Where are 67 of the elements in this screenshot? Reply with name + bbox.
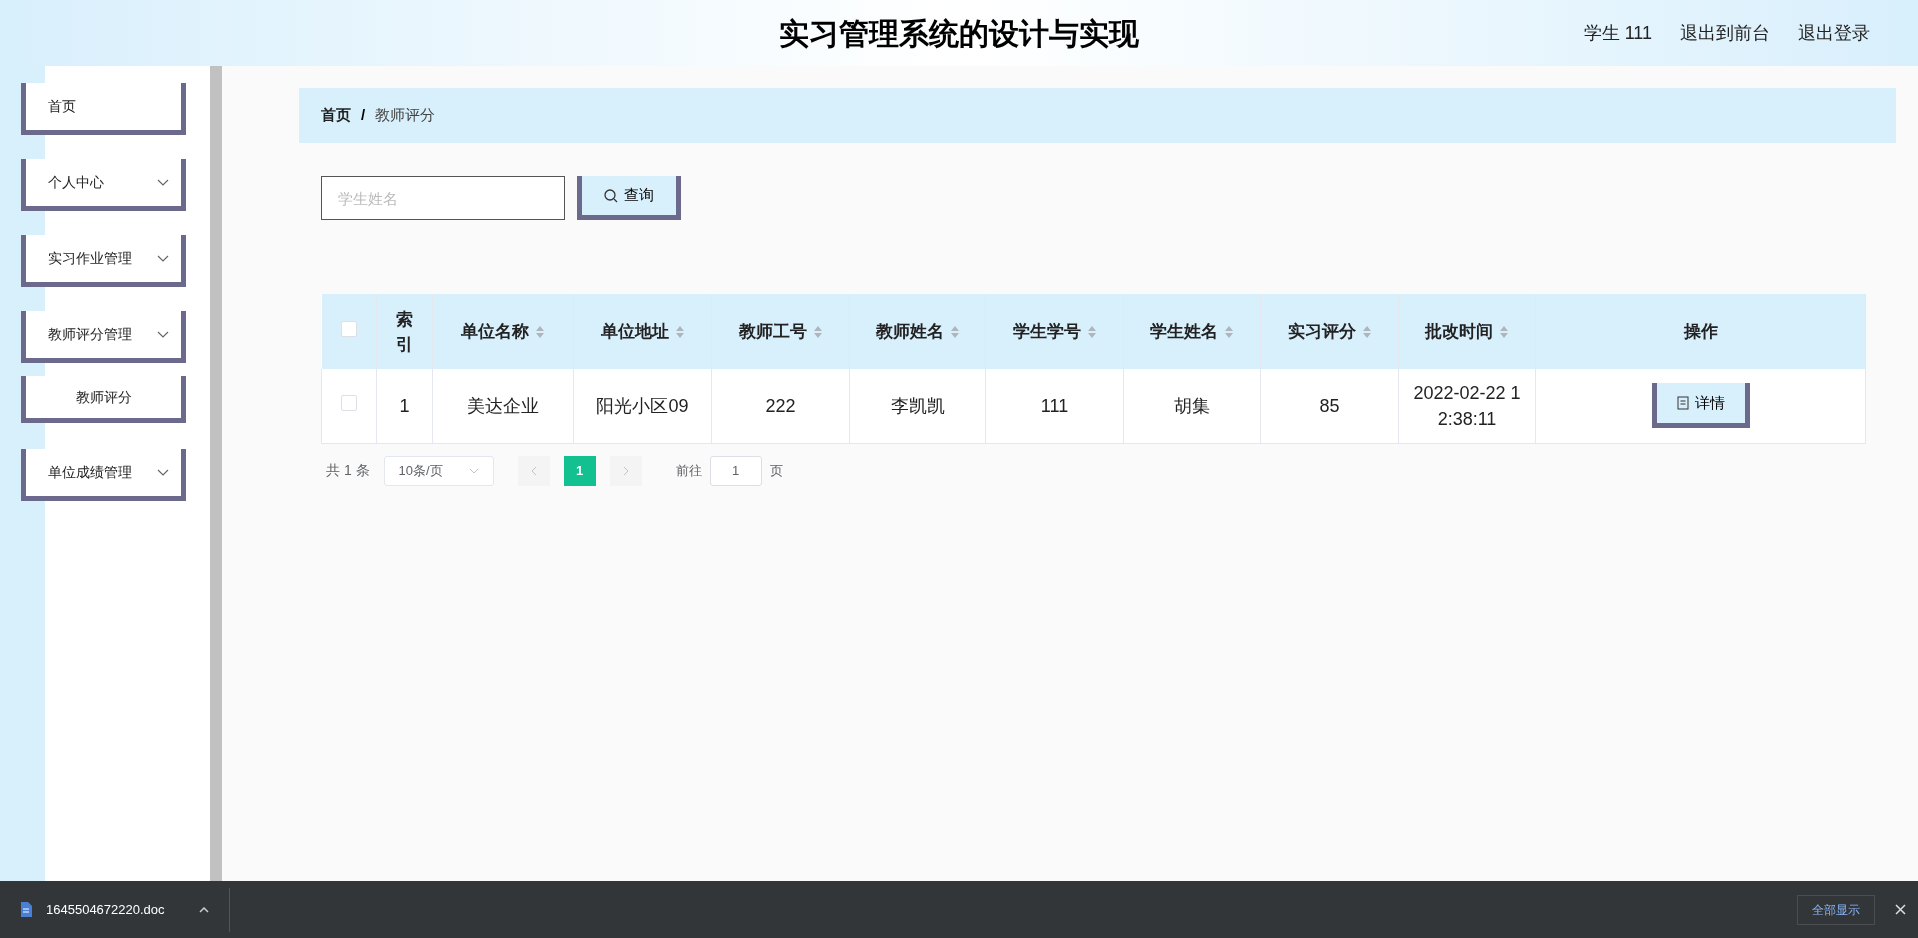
goto-label: 前往 [675, 461, 702, 480]
table-cell: 阳光小区09 [596, 395, 689, 416]
column-header[interactable]: 学生学号 [1012, 319, 1081, 344]
table-cell-text: 2022-02-22 12:38:11 [1412, 381, 1522, 431]
chevron-down-icon [157, 468, 169, 477]
scrollbar[interactable] [210, 66, 222, 881]
table-cell: 222 [765, 395, 796, 416]
breadcrumb-item[interactable]: 教师评分 [375, 104, 436, 127]
chevron-down-icon [157, 178, 169, 187]
document-icon [20, 902, 32, 917]
header-link[interactable]: 学生 111 [1583, 19, 1652, 47]
column-header[interactable]: 单位名称 [461, 319, 529, 344]
search-field[interactable]: 学生姓名 [321, 176, 565, 220]
goto-suffix: 页 [769, 461, 783, 480]
sort-icon[interactable] [535, 324, 545, 339]
next-page-button[interactable] [609, 455, 642, 486]
sidebar-item[interactable]: 实习作业管理 [21, 235, 186, 287]
page-size-select[interactable]: 10条/页 [383, 455, 494, 486]
breadcrumb-separator: / [361, 105, 366, 126]
table-cell: 美达企业 [467, 395, 539, 416]
column-header[interactable]: 实习评分 [1287, 319, 1356, 344]
column-header[interactable]: 操作 [1683, 319, 1718, 344]
sidebar-item[interactable]: 单位成绩管理 [21, 449, 186, 501]
app-title: 实习管理系统的设计与实现 [779, 14, 1139, 53]
table-cell: 胡集 [1174, 395, 1210, 416]
table-cell: 1 [399, 395, 410, 416]
column-header[interactable]: 批改时间 [1425, 319, 1493, 344]
search-icon [604, 188, 618, 203]
close-icon[interactable] [1895, 904, 1906, 915]
total-count: 共 1 条 [326, 461, 370, 480]
column-header[interactable]: 单位地址 [600, 319, 669, 344]
header-link[interactable]: 退出到前台 [1680, 19, 1770, 47]
sort-icon[interactable] [674, 324, 685, 339]
chevron-down-icon [468, 467, 479, 474]
document-icon [1676, 396, 1689, 411]
header-link[interactable]: 退出登录 [1798, 19, 1870, 47]
sort-icon[interactable] [1361, 324, 1372, 339]
sidebar-item[interactable]: 教师评分管理 [21, 311, 186, 363]
checkbox[interactable] [340, 321, 357, 337]
chevron-left-icon [530, 465, 537, 476]
sort-icon[interactable] [1224, 324, 1234, 339]
sort-icon[interactable] [949, 324, 960, 339]
download-file-name[interactable]: 1645504672220.doc [46, 899, 165, 920]
column-header[interactable]: 学生姓名 [1150, 319, 1218, 344]
sort-icon[interactable] [812, 324, 823, 339]
sort-icon[interactable] [1086, 324, 1097, 339]
sidebar-subitem[interactable]: 教师评分 [21, 376, 186, 423]
breadcrumb-item[interactable]: 首页 [321, 104, 351, 127]
chevron-right-icon [622, 465, 629, 476]
caret-up-icon[interactable] [198, 906, 209, 913]
column-header[interactable]: 教师姓名 [875, 319, 944, 344]
table-cell: 111 [1040, 395, 1069, 416]
details-button[interactable]: 详情 [1651, 383, 1750, 429]
sort-icon[interactable] [1499, 324, 1509, 339]
column-header[interactable]: 索引 [395, 306, 414, 357]
chevron-down-icon [157, 330, 169, 339]
chevron-down-icon [157, 254, 169, 263]
search-button[interactable]: 查询 [577, 176, 681, 220]
checkbox[interactable] [341, 395, 357, 412]
sidebar-item[interactable]: 个人中心 [21, 159, 186, 211]
table-cell: 李凯凯 [890, 395, 945, 416]
previous-page-button[interactable] [517, 455, 550, 486]
sidebar-item[interactable]: 首页 [21, 83, 186, 135]
page-number-field[interactable]: 1 [709, 455, 762, 486]
column-header[interactable]: 教师工号 [738, 319, 807, 344]
show-all-button[interactable]: 全部显示 [1797, 894, 1875, 925]
table-cell: 85 [1319, 395, 1340, 416]
